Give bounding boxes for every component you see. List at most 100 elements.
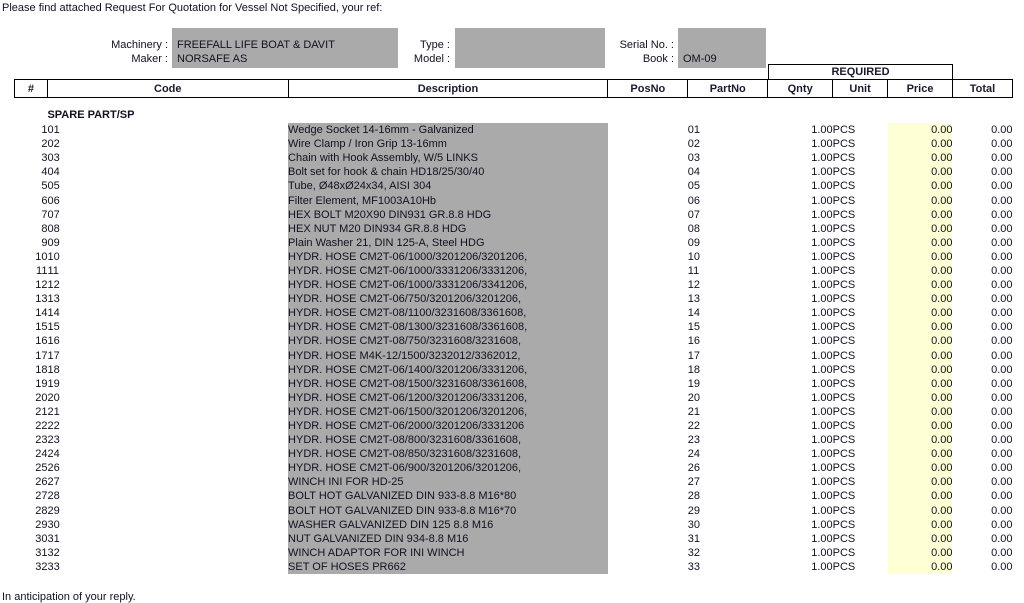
row-description: HYDR. HOSE CM2T-08/800/3231608/3361608, bbox=[288, 433, 608, 448]
row-price-input[interactable]: 0.00 bbox=[887, 165, 953, 180]
row-price-input[interactable]: 0.00 bbox=[887, 545, 953, 560]
row-price-input[interactable]: 0.00 bbox=[887, 278, 953, 293]
row-posno bbox=[608, 349, 688, 363]
row-price-input[interactable]: 0.00 bbox=[887, 390, 953, 405]
row-unit: PCS bbox=[832, 250, 856, 263]
row-code: 08 bbox=[47, 222, 60, 235]
spare-parts-table: # Code Description PosNo PartNo Qnty Uni… bbox=[14, 79, 1014, 574]
row-number: 26 bbox=[35, 476, 48, 489]
row-price-input[interactable]: 0.00 bbox=[887, 559, 953, 574]
row-qnty: 1.00 bbox=[811, 391, 833, 404]
row-price-input[interactable]: 0.00 bbox=[887, 235, 953, 250]
row-code: 16 bbox=[47, 335, 60, 348]
row-unit: PCS bbox=[832, 405, 856, 418]
row-price-input[interactable]: 0.00 bbox=[887, 249, 953, 264]
row-qnty: 1.00 bbox=[811, 518, 833, 531]
row-price-input[interactable]: 0.00 bbox=[887, 531, 953, 546]
row-posno bbox=[608, 208, 688, 222]
row-number: 32 bbox=[35, 560, 48, 573]
column-header-qnty: Qnty bbox=[767, 79, 834, 98]
row-unit: PCS bbox=[832, 180, 856, 193]
row-posno bbox=[608, 489, 688, 503]
row-price-input[interactable]: 0.00 bbox=[887, 489, 953, 504]
machinery-label: Machinery : bbox=[111, 39, 168, 51]
row-price-input[interactable]: 0.00 bbox=[887, 221, 953, 236]
table-row: 11 11 HYDR. HOSE CM2T-06/1000/3331206/3331… bbox=[15, 263, 1013, 279]
row-code: 23 bbox=[47, 434, 60, 447]
row-partno: 29 bbox=[687, 504, 701, 517]
row-price-input[interactable]: 0.00 bbox=[887, 433, 953, 448]
row-price-input[interactable]: 0.00 bbox=[887, 123, 953, 138]
row-posno bbox=[608, 179, 688, 193]
row-price-input[interactable]: 0.00 bbox=[887, 151, 953, 166]
machinery-value[interactable]: FREEFALL LIFE BOAT & DAVIT bbox=[177, 39, 335, 51]
row-description: HYDR. HOSE CM2T-06/1000/3201206/3201206, bbox=[288, 249, 608, 264]
row-price-input[interactable]: 0.00 bbox=[887, 179, 953, 194]
row-total: 0.00 bbox=[952, 320, 1013, 335]
row-price-input[interactable]: 0.00 bbox=[887, 334, 953, 349]
column-header-price: Price bbox=[887, 79, 953, 98]
row-posno bbox=[608, 264, 688, 278]
row-price-input[interactable]: 0.00 bbox=[887, 193, 953, 208]
table-row: 21 21 HYDR. HOSE CM2T-06/1500/3201206/3201… bbox=[15, 404, 1013, 419]
row-price-input[interactable]: 0.00 bbox=[887, 207, 953, 222]
row-price-input[interactable]: 0.00 bbox=[887, 461, 953, 476]
row-posno bbox=[608, 405, 688, 419]
row-price-input[interactable]: 0.00 bbox=[887, 376, 953, 391]
row-total: 0.00 bbox=[952, 404, 1013, 419]
row-description: WINCH ADAPTOR FOR INI WINCH bbox=[288, 545, 608, 560]
row-code: 11 bbox=[47, 264, 59, 277]
row-unit: PCS bbox=[832, 166, 856, 179]
row-qnty: 1.00 bbox=[811, 138, 833, 151]
row-unit: PCS bbox=[832, 476, 856, 489]
serial-no-label: Serial No. : bbox=[619, 39, 674, 51]
row-price-input[interactable]: 0.00 bbox=[887, 447, 953, 462]
row-number: 16 bbox=[35, 335, 48, 348]
row-description: NUT GALVANIZED DIN 934-8.8 M16 bbox=[288, 531, 608, 546]
row-price-input[interactable]: 0.00 bbox=[887, 292, 953, 307]
row-code: 01 bbox=[47, 124, 60, 137]
row-unit: PCS bbox=[832, 349, 856, 362]
table-row: 17 17 HYDR. HOSE M4K-12/1500/3232012/33620… bbox=[15, 348, 1013, 363]
row-price-input[interactable]: 0.00 bbox=[887, 263, 953, 279]
row-price-input[interactable]: 0.00 bbox=[887, 320, 953, 335]
row-qnty: 1.00 bbox=[811, 293, 833, 306]
row-price-input[interactable]: 0.00 bbox=[887, 503, 953, 518]
row-qnty: 1.00 bbox=[811, 448, 833, 461]
row-price-input[interactable]: 0.00 bbox=[887, 362, 953, 377]
book-value[interactable]: OM-09 bbox=[683, 53, 717, 65]
row-unit: PCS bbox=[832, 264, 856, 277]
row-price-input[interactable]: 0.00 bbox=[887, 404, 953, 419]
row-total: 0.00 bbox=[952, 559, 1013, 574]
row-qnty: 1.00 bbox=[811, 363, 833, 376]
row-total: 0.00 bbox=[952, 475, 1013, 490]
table-row: 15 15 HYDR. HOSE CM2T-08/1300/3231608/3361… bbox=[15, 320, 1013, 335]
row-price-input[interactable]: 0.00 bbox=[887, 418, 953, 434]
column-header-number: # bbox=[14, 79, 48, 98]
row-price-input[interactable]: 0.00 bbox=[887, 306, 953, 321]
row-qnty: 1.00 bbox=[811, 490, 833, 503]
row-total: 0.00 bbox=[952, 418, 1013, 434]
row-description: WINCH INI FOR HD-25 bbox=[288, 475, 608, 490]
row-code: 02 bbox=[47, 138, 60, 151]
row-number: 30 bbox=[35, 532, 48, 545]
row-description: Chain with Hook Assembly, W/5 LINKS bbox=[288, 151, 608, 166]
row-partno: 23 bbox=[687, 434, 701, 447]
row-posno bbox=[608, 306, 688, 320]
row-qnty: 1.00 bbox=[811, 279, 833, 292]
row-code: 30 bbox=[47, 518, 60, 531]
spacer-row bbox=[15, 98, 1013, 107]
row-price-input[interactable]: 0.00 bbox=[887, 517, 953, 532]
row-unit: PCS bbox=[832, 546, 856, 559]
row-partno: 32 bbox=[687, 546, 701, 559]
maker-value[interactable]: NORSAFE AS bbox=[177, 53, 247, 65]
row-price-input[interactable]: 0.00 bbox=[887, 137, 953, 152]
row-qnty: 1.00 bbox=[811, 307, 833, 320]
table-row: 19 19 HYDR. HOSE CM2T-08/1500/3231608/3361… bbox=[15, 376, 1013, 391]
row-partno: 01 bbox=[687, 124, 701, 137]
row-qnty: 1.00 bbox=[811, 420, 833, 433]
row-price-input[interactable]: 0.00 bbox=[887, 475, 953, 490]
row-price-input[interactable]: 0.00 bbox=[887, 348, 953, 363]
row-number: 11 bbox=[36, 264, 48, 277]
row-unit: PCS bbox=[832, 560, 856, 573]
